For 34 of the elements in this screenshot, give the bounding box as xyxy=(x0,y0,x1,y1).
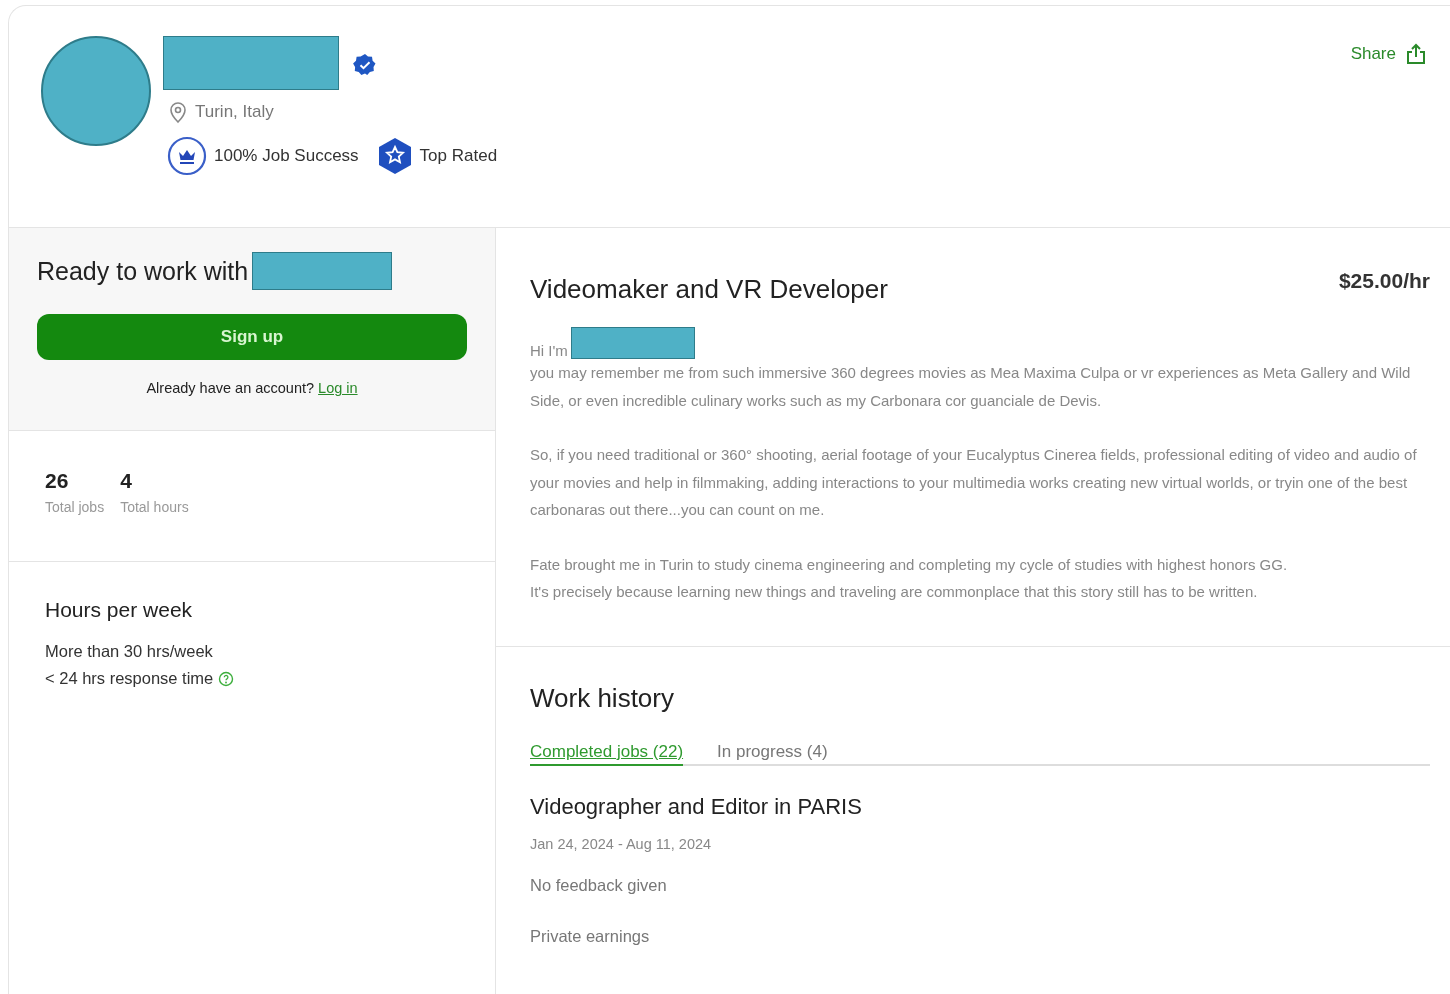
section-heading: Work history xyxy=(530,682,674,714)
greeting-text: Hi I'm xyxy=(530,342,568,359)
share-icon xyxy=(1404,42,1428,66)
hourly-rate: $25.00/hr xyxy=(1338,269,1430,293)
bio-paragraph: It's precisely because learning new things and traveling are commonplace that this story still has to be written. xyxy=(530,582,1259,602)
share-link[interactable]: Share xyxy=(1350,42,1428,66)
stat-label: Total hours xyxy=(120,499,189,515)
bio-paragraph: Fate brought me in Turin to study cinema engineering and completing my cycle of studies with highest honors GG. xyxy=(530,554,1289,575)
signup-heading: Ready to work with xyxy=(37,256,249,286)
job-earnings: Private earnings xyxy=(530,926,650,946)
account-prompt: Already have an account? xyxy=(146,380,315,396)
response-time-text: < 24 hrs response time xyxy=(45,668,214,689)
badge-label: 100% Job Success xyxy=(214,146,359,166)
help-icon[interactable] xyxy=(218,670,235,687)
bio-paragraph: you may remember me from such immersive 360 degrees movies as Mea Maxima Culpa or vr experiences as Meta Gallery and Wild Side, or even incredible culinary works such as my Carbonara cor guanciale de Devis. xyxy=(530,363,1412,411)
job-feedback: No feedback given xyxy=(530,875,667,895)
hours-text: More than 30 hrs/week xyxy=(45,641,214,662)
badge-label: Top Rated xyxy=(419,146,498,166)
bio-paragraph: So, if you need traditional or 360° shooting, aerial footage of your Eucalyptus Cinerea fields, professional editing of video and audio of your movies and help in filmmaking, adding interactions to your multimedia works creating new virtual worlds, or tryin one of the best carbonaras out there...you can count on me. xyxy=(530,445,1418,520)
stat-label: Total jobs xyxy=(45,499,105,515)
tab[interactable]: In progress (4) xyxy=(717,741,828,766)
job-title: Videographer and Editor in PARIS xyxy=(530,793,862,820)
login-link[interactable]: Log in xyxy=(318,380,358,396)
job-dates: Jan 24, 2024 - Aug 11, 2024 xyxy=(530,835,712,852)
sign-up-button[interactable]: Sign up xyxy=(37,314,467,360)
location-text: Turin, Italy xyxy=(195,102,274,122)
stat-value: 4 xyxy=(120,469,133,493)
tab[interactable]: Completed jobs (22) xyxy=(530,741,684,766)
stat-value: 26 xyxy=(45,469,70,493)
location-pin-icon xyxy=(167,100,189,124)
crown-badge-icon xyxy=(167,136,207,176)
profile-title: Videomaker and VR Developer xyxy=(530,274,888,305)
hours-heading: Hours per week xyxy=(45,598,194,622)
star-badge-icon xyxy=(376,137,413,175)
